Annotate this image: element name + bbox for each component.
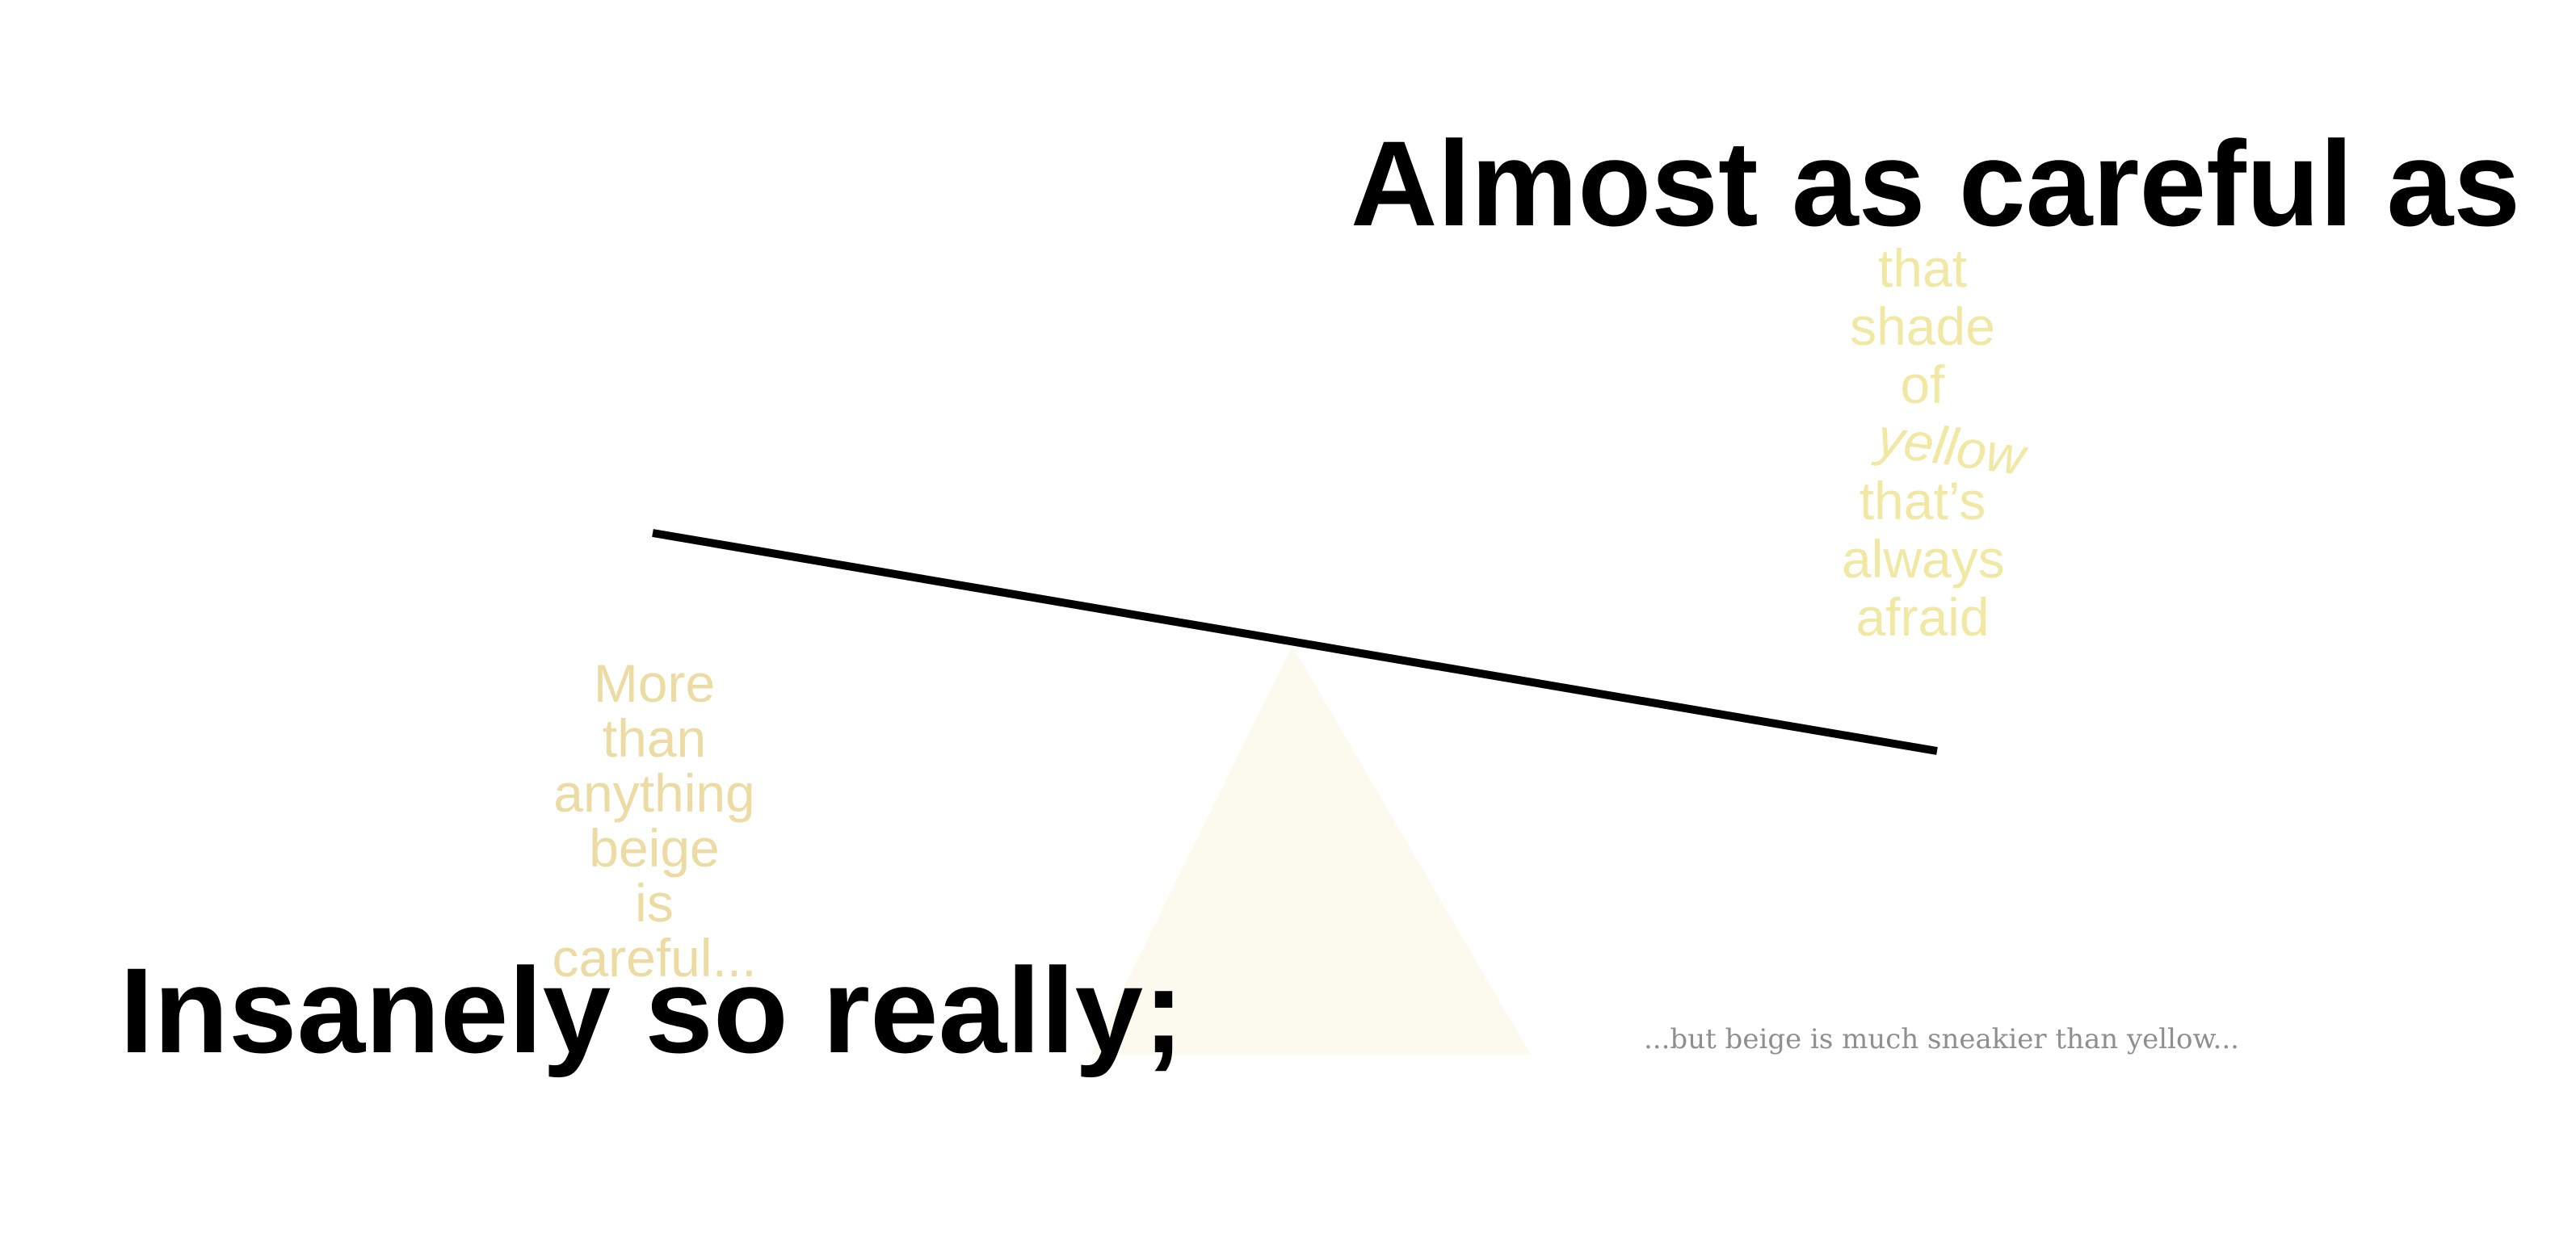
beige-word: anything [553,763,755,823]
yellow-word-stack: that shade of yellow that’s always afrai… [1842,238,2029,647]
yellow-word: of [1900,355,1945,414]
beige-word: beige [589,818,720,878]
beige-word: than [602,708,707,768]
yellow-word: shade [1850,296,1995,356]
yellow-word: always [1842,529,2005,589]
yellow-word: afraid [1855,587,1990,647]
beige-word-stack: More than anything beige is careful... [549,656,759,985]
caption: ...but beige is much sneakier than yello… [1644,1023,2239,1055]
headline-bottom: Insanely so really; [120,942,1184,1078]
beige-word: More [593,653,716,713]
yellow-word: that [1877,238,1968,298]
headline-top: Almost as careful as [1351,115,2521,251]
seesaw-canvas: Almost as careful as that shade of yello… [0,0,2576,1242]
beige-word: is [635,873,674,933]
